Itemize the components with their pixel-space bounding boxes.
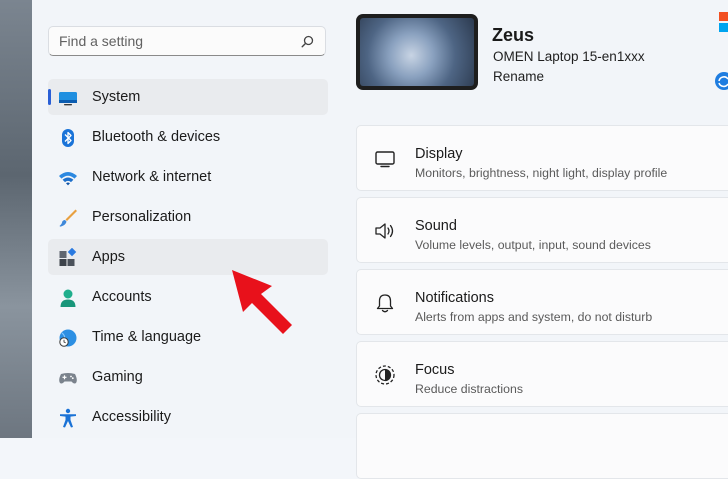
system-monitor-icon [59,92,77,106]
settings-card-notifications[interactable]: Notifications Alerts from apps and syste… [356,269,728,335]
device-thumbnail [356,14,478,90]
bluetooth-icon [62,129,74,147]
sidebar-item-system[interactable]: System [48,79,328,115]
sidebar-item-gaming[interactable]: Gaming [48,359,328,395]
microsoft-logo-icon [719,12,728,32]
settings-card-partial[interactable] [356,413,728,479]
card-title: Notifications [415,290,494,306]
sidebar-nav: System Bluetooth & devices Network & int… [48,79,328,439]
device-model: OMEN Laptop 15-en1xxx [493,49,645,64]
sidebar-item-network[interactable]: Network & internet [48,159,328,195]
speaker-icon [375,223,394,239]
card-title: Focus [415,362,455,378]
sidebar-item-label: Time & language [92,329,202,345]
red-annotation-arrow-icon [232,270,292,334]
search-icon[interactable] [301,35,314,48]
paintbrush-icon [59,209,77,227]
card-subtitle: Reduce distractions [415,382,523,396]
desktop-wallpaper-strip [0,0,32,438]
settings-card-sound[interactable]: Sound Volume levels, output, input, soun… [356,197,728,263]
card-subtitle: Monitors, brightness, night light, displ… [415,166,668,180]
sidebar-item-label: Apps [92,249,126,265]
accessibility-icon [60,408,76,428]
display-icon [375,151,395,168]
bell-icon [376,294,394,313]
search-box[interactable] [48,26,326,56]
selection-indicator [48,89,51,105]
account-icon [60,289,76,307]
card-subtitle: Volume levels, output, input, sound devi… [415,238,651,252]
wifi-icon [59,172,77,186]
sidebar-item-label: System [92,89,141,105]
sidebar-item-label: Accounts [92,289,152,305]
wallpaper-preview [360,18,474,86]
sidebar-item-label: Personalization [92,209,192,225]
rename-link[interactable]: Rename [493,69,544,84]
sidebar-item-label: Network & internet [92,169,212,185]
sidebar-item-bluetooth[interactable]: Bluetooth & devices [48,119,328,155]
sidebar-item-accessibility[interactable]: Accessibility [48,399,328,435]
card-title: Display [415,146,463,162]
card-subtitle: Alerts from apps and system, do not dist… [415,310,653,324]
sidebar-item-label: Bluetooth & devices [92,129,221,145]
sidebar-item-personalization[interactable]: Personalization [48,199,328,235]
settings-card-display[interactable]: Display Monitors, brightness, night ligh… [356,125,728,191]
device-name: Zeus [492,25,535,45]
apps-icon [59,248,77,266]
sidebar-item-label: Accessibility [92,409,171,425]
gamepad-icon [59,373,77,384]
globe-clock-icon [59,329,77,347]
search-input[interactable] [59,32,289,50]
focus-icon [375,365,395,385]
settings-card-focus[interactable]: Focus Reduce distractions [356,341,728,407]
sidebar-item-label: Gaming [92,369,143,385]
windows-update-icon[interactable] [713,72,728,90]
card-title: Sound [415,218,457,234]
